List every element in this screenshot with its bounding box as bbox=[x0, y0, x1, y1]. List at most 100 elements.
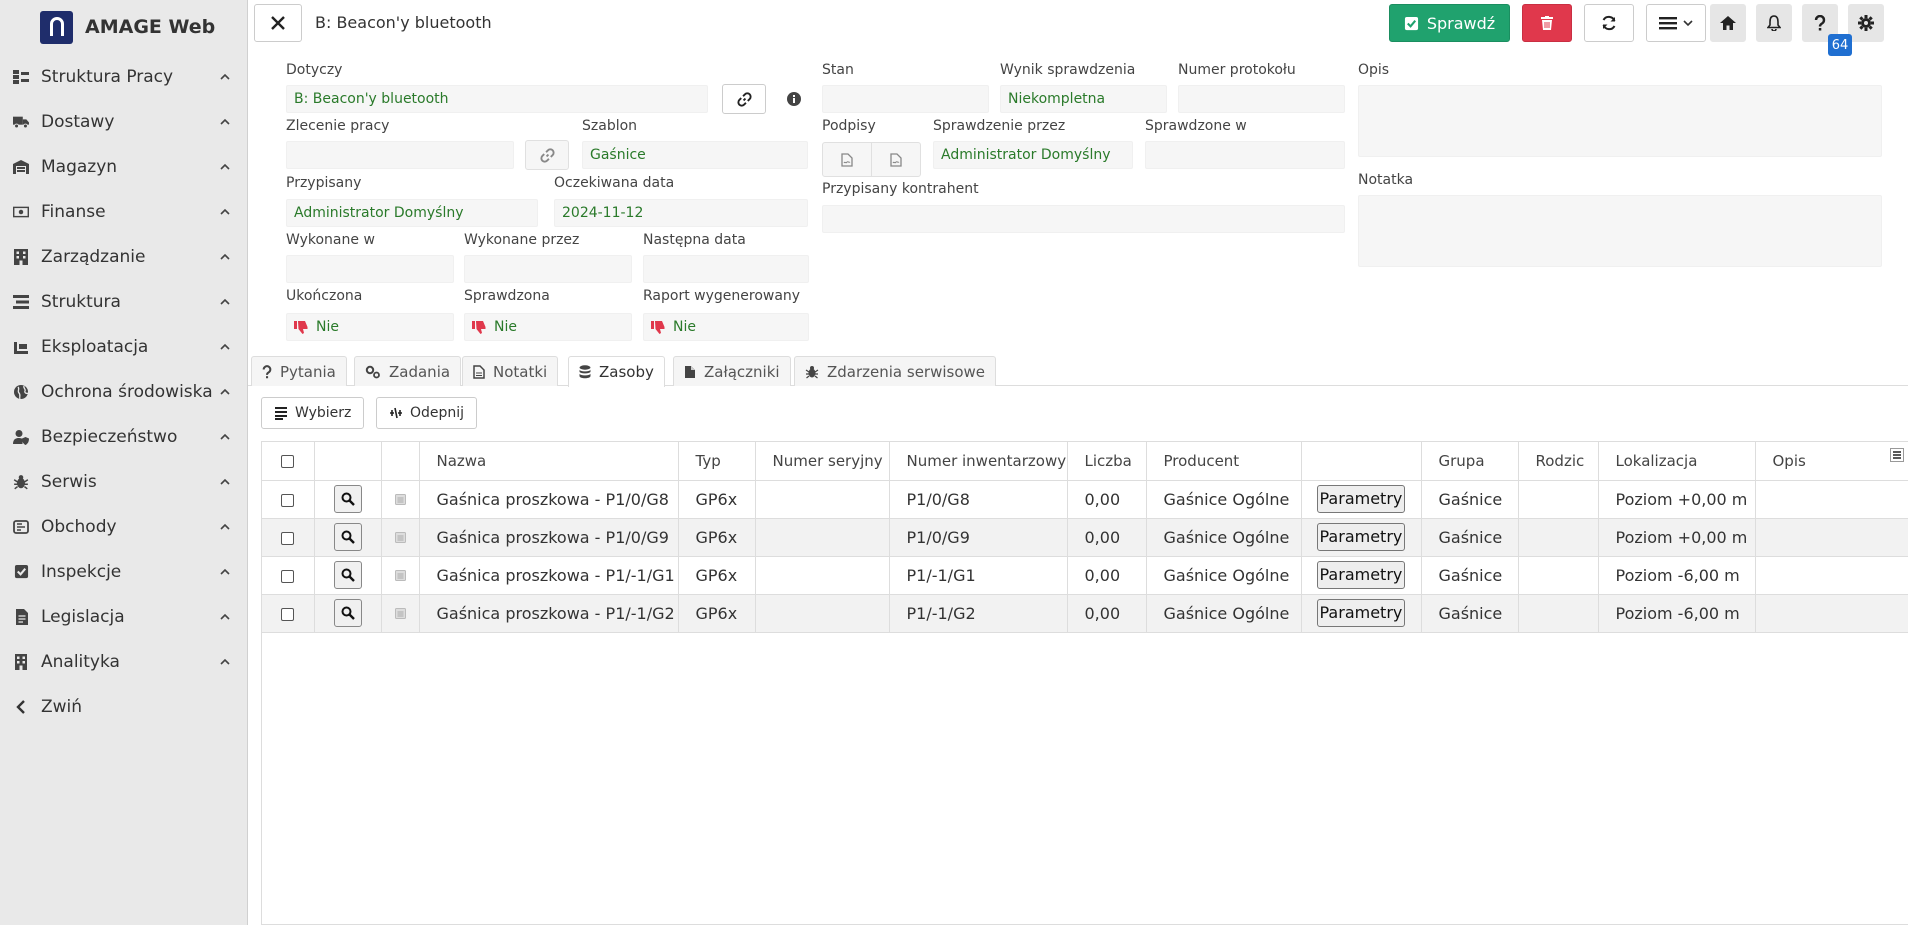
tab-zdarzenia-serwisowe[interactable]: Zdarzenia serwisowe bbox=[794, 356, 997, 386]
wykonane-w-field[interactable] bbox=[286, 255, 454, 283]
settings-button[interactable] bbox=[1848, 4, 1884, 42]
kontrahent-field[interactable] bbox=[822, 205, 1345, 233]
column-header-typ[interactable]: Typ bbox=[678, 442, 756, 481]
refresh-icon bbox=[1602, 15, 1616, 31]
notifications-button[interactable] bbox=[1756, 4, 1792, 42]
sidebar-item-analityka[interactable]: Analityka bbox=[0, 639, 247, 684]
row-checkbox[interactable] bbox=[281, 531, 295, 545]
dotyczy-field[interactable]: B: Beacon'y bluetooth bbox=[286, 85, 708, 113]
check-button[interactable]: Sprawdź bbox=[1389, 4, 1510, 42]
column-header-liczba[interactable]: Liczba bbox=[1067, 442, 1147, 481]
zlecenie-field[interactable] bbox=[286, 141, 514, 169]
select-all-checkbox[interactable] bbox=[281, 454, 295, 468]
table-row[interactable]: Gaśnica proszkowa - P1/0/G8 GP6x P1/0/G8 0,… bbox=[262, 480, 1908, 519]
sidebar-item-dostawy[interactable]: Dostawy bbox=[0, 99, 247, 144]
numer-protokolu-field[interactable] bbox=[1178, 85, 1345, 113]
notatka-textarea[interactable] bbox=[1358, 195, 1882, 267]
refresh-button[interactable] bbox=[1584, 4, 1634, 42]
truck-icon bbox=[13, 114, 29, 130]
delete-button[interactable] bbox=[1522, 4, 1572, 42]
sidebar-item-ochrona-srodowiska[interactable]: Ochrona środowiska bbox=[0, 369, 247, 414]
sprawdzona-field[interactable]: Nie bbox=[464, 313, 632, 341]
link-icon bbox=[539, 147, 555, 163]
column-header-rodzic[interactable]: Rodzic bbox=[1518, 442, 1599, 481]
parameters-button[interactable]: Parametry bbox=[1316, 485, 1406, 513]
sidebar-item-eksploatacja[interactable]: Eksploatacja bbox=[0, 324, 247, 369]
sprawdzone-w-field[interactable] bbox=[1145, 141, 1345, 169]
tab-notatki[interactable]: Notatki bbox=[462, 356, 559, 386]
column-header-lokalizacja[interactable]: Lokalizacja bbox=[1598, 442, 1756, 481]
column-header-nazwa[interactable]: Nazwa bbox=[419, 442, 679, 481]
zlecenie-link-button[interactable] bbox=[525, 140, 569, 170]
oczekiwana-data-field[interactable]: 2024-11-12 bbox=[554, 199, 808, 227]
check-square-icon bbox=[13, 564, 29, 580]
sprawdzenie-przez-field[interactable]: Administrator Domyślny bbox=[933, 141, 1133, 169]
column-header-numer-inwentarzowy[interactable]: Numer inwentarzowy bbox=[889, 442, 1068, 481]
home-button[interactable] bbox=[1710, 4, 1746, 42]
warehouse-icon bbox=[13, 159, 29, 175]
sidebar-item-zarzadzanie[interactable]: Zarządzanie bbox=[0, 234, 247, 279]
sidebar-item-finanse[interactable]: Finanse bbox=[0, 189, 247, 234]
sidebar-item-legislacja[interactable]: Legislacja bbox=[0, 594, 247, 639]
sidebar-item-serwis[interactable]: Serwis bbox=[0, 459, 247, 504]
parameters-button[interactable]: Parametry bbox=[1316, 561, 1406, 589]
row-checkbox[interactable] bbox=[281, 607, 295, 621]
wynik-field[interactable]: Niekompletna bbox=[1000, 85, 1167, 113]
info-icon[interactable] bbox=[787, 92, 801, 106]
sidebar-item-bezpieczenstwo[interactable]: Bezpieczeństwo bbox=[0, 414, 247, 459]
parameters-button[interactable]: Parametry bbox=[1316, 599, 1406, 627]
cell-lokalizacja: Poziom +0,00 m bbox=[1598, 518, 1756, 557]
row-preview-button[interactable] bbox=[333, 561, 362, 589]
column-header-grupa[interactable]: Grupa bbox=[1421, 442, 1519, 481]
sidebar-item-struktura[interactable]: Struktura bbox=[0, 279, 247, 324]
sidebar-item-struktura-pracy[interactable]: Struktura Pracy bbox=[0, 54, 247, 99]
column-menu-icon[interactable] bbox=[1890, 448, 1904, 462]
nastepna-data-field[interactable] bbox=[643, 255, 809, 283]
table-row[interactable]: Gaśnica proszkowa - P1/-1/G2 GP6x P1/-1/G2… bbox=[262, 594, 1908, 633]
przypisany-field[interactable]: Administrator Domyślny bbox=[286, 199, 538, 227]
column-header-producent[interactable]: Producent bbox=[1146, 442, 1302, 481]
raport-field[interactable]: Nie bbox=[643, 313, 809, 341]
collapse-sidebar-button[interactable]: Zwiń bbox=[0, 684, 247, 729]
dotyczy-link-button[interactable] bbox=[722, 84, 766, 114]
chevron-up-icon bbox=[220, 388, 230, 395]
ukonczona-field[interactable]: Nie bbox=[286, 313, 454, 341]
row-checkbox[interactable] bbox=[281, 569, 295, 583]
chevron-up-icon bbox=[220, 658, 230, 665]
row-preview-button[interactable] bbox=[333, 485, 362, 513]
more-menu-button[interactable] bbox=[1646, 4, 1706, 42]
field-label-szablon: Szablon bbox=[582, 118, 638, 134]
tab-zadania[interactable]: Zadania bbox=[354, 356, 462, 386]
signature-button-2[interactable] bbox=[871, 142, 921, 177]
sidebar-item-label: Inspekcje bbox=[41, 561, 122, 582]
tab-zasoby[interactable]: Zasoby bbox=[568, 356, 665, 387]
select-button[interactable]: Wybierz bbox=[261, 397, 365, 429]
stan-field[interactable] bbox=[822, 85, 989, 113]
field-label-przypisany: Przypisany bbox=[286, 175, 362, 191]
table-row[interactable]: Gaśnica proszkowa - P1/-1/G1 GP6x P1/-1/G1… bbox=[262, 556, 1908, 595]
column-header-numer-seryjny[interactable]: Numer seryjny bbox=[755, 442, 890, 481]
row-checkbox[interactable] bbox=[281, 493, 295, 507]
row-select-cell bbox=[262, 480, 315, 519]
sidebar-item-inspekcje[interactable]: Inspekcje bbox=[0, 549, 247, 594]
column-header-opis[interactable]: Opis bbox=[1755, 442, 1908, 481]
sidebar-item-magazyn[interactable]: Magazyn bbox=[0, 144, 247, 189]
tab-zalaczniki[interactable]: Załączniki bbox=[673, 356, 791, 386]
tab-pytania[interactable]: Pytania bbox=[251, 356, 347, 386]
row-preview-button[interactable] bbox=[333, 523, 362, 551]
szablon-field[interactable]: Gaśnice bbox=[582, 141, 808, 169]
row-preview-button[interactable] bbox=[333, 599, 362, 627]
signature-button-1[interactable] bbox=[822, 142, 872, 177]
brand-logo-icon bbox=[40, 10, 73, 44]
table-row[interactable]: Gaśnica proszkowa - P1/0/G9 GP6x P1/0/G9 0,… bbox=[262, 518, 1908, 557]
sidebar-item-label: Finanse bbox=[41, 201, 106, 222]
select-all-cell bbox=[262, 442, 315, 481]
brand[interactable]: AMAGE Web bbox=[0, 0, 247, 54]
opis-textarea[interactable] bbox=[1358, 85, 1882, 157]
parameters-button[interactable]: Parametry bbox=[1316, 523, 1406, 551]
unpin-button[interactable]: Odepnij bbox=[376, 397, 478, 429]
close-button[interactable] bbox=[254, 4, 302, 42]
sidebar-item-obchody[interactable]: Obchody bbox=[0, 504, 247, 549]
wykonane-przez-field[interactable] bbox=[464, 255, 632, 283]
question-icon bbox=[262, 364, 272, 378]
